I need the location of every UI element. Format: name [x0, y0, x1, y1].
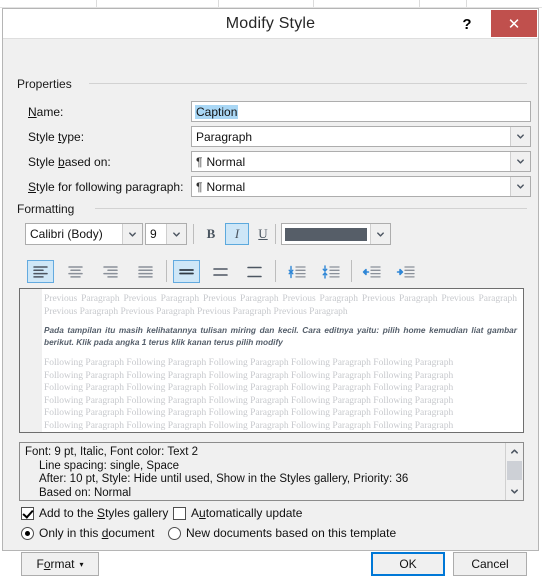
align-right-button[interactable]: [97, 260, 124, 283]
underline-button[interactable]: U: [251, 223, 275, 245]
description-line-2: Line spacing: single, Space: [39, 459, 180, 472]
pilcrow-icon: ¶: [196, 179, 203, 194]
align-left-button[interactable]: [27, 260, 54, 283]
format-button-label: Format: [36, 557, 75, 571]
preview-following-paragraph-line: Following Paragraph Following Paragraph …: [44, 395, 454, 406]
properties-group-label: Properties: [17, 77, 77, 91]
modify-style-dialog: Modify Style ? ✕ Properties Name: Captio…: [2, 8, 539, 576]
pilcrow-icon: ¶: [196, 154, 203, 169]
preview-previous-paragraph: Previous Paragraph Previous Paragraph Pr…: [44, 294, 517, 317]
preview-following-paragraph-line: Following Paragraph Following Paragraph …: [44, 420, 454, 431]
only-in-this-document-label: Only in this document: [39, 526, 155, 540]
scroll-up-icon[interactable]: [506, 443, 523, 460]
align-justify-button[interactable]: [132, 260, 159, 283]
font-size-value: 9: [150, 227, 157, 241]
italic-button[interactable]: I: [225, 223, 249, 245]
add-to-styles-gallery-checkbox[interactable]: Add to the Styles gallery: [21, 506, 168, 520]
font-size-combo[interactable]: 9: [145, 223, 187, 245]
style-name-input[interactable]: Caption: [191, 101, 531, 122]
preview-following-block: Following Paragraph Following Paragraph …: [44, 357, 517, 432]
chevron-down-icon[interactable]: [370, 224, 390, 244]
font-color-swatch: [285, 227, 367, 241]
add-to-styles-gallery-label: Add to the Styles gallery: [39, 506, 169, 520]
increase-paragraph-spacing-button[interactable]: [283, 260, 310, 283]
line-spacing-double-button[interactable]: [241, 260, 268, 283]
automatically-update-label: Automatically update: [191, 506, 303, 520]
checkbox-box[interactable]: [173, 506, 186, 520]
font-family-value: Calibri (Body): [30, 227, 103, 241]
dialog-title: Modify Style: [225, 15, 316, 32]
style-following-value: ¶ Normal: [196, 179, 246, 194]
decrease-paragraph-spacing-button[interactable]: [317, 260, 344, 283]
preview-following-paragraph-line: Following Paragraph Following Paragraph …: [44, 370, 454, 381]
title-bar: Modify Style ? ✕: [3, 9, 538, 39]
preview-following-paragraph-line: Following Paragraph Following Paragraph …: [44, 408, 454, 418]
style-name-value: Caption: [195, 104, 239, 119]
description-line-1: Font: 9 pt, Italic, Font color: Text 2: [25, 446, 199, 458]
style-preview-pane: Previous Paragraph Previous Paragraph Pr…: [19, 288, 524, 433]
close-button[interactable]: ✕: [491, 10, 537, 37]
preview-following-paragraph-line: Following Paragraph Following Paragraph …: [44, 383, 454, 393]
style-based-on-value: ¶ Normal: [196, 154, 246, 169]
ok-button[interactable]: OK: [371, 552, 445, 576]
description-line-4: Based on: Normal: [39, 486, 132, 499]
radio-dot[interactable]: [168, 526, 181, 540]
description-line-3: After: 10 pt, Style: Hide until used, Sh…: [39, 473, 409, 485]
chevron-down-icon[interactable]: [510, 152, 530, 171]
name-label: Name:: [28, 105, 64, 119]
caret-down-icon: ▾: [79, 559, 84, 569]
line-spacing-single-button[interactable]: [173, 260, 200, 283]
radio-dot[interactable]: [21, 526, 34, 540]
chevron-down-icon[interactable]: [122, 224, 142, 244]
formatting-group-label: Formatting: [17, 202, 80, 216]
bold-button[interactable]: B: [199, 223, 223, 245]
automatically-update-checkbox[interactable]: Automatically update: [173, 506, 302, 520]
decrease-indent-button[interactable]: [358, 260, 385, 283]
chevron-down-icon[interactable]: [510, 177, 530, 196]
style-type-label: Style type:: [28, 130, 85, 144]
style-following-label: Style for following paragraph:: [28, 180, 184, 194]
font-family-combo[interactable]: Calibri (Body): [25, 223, 143, 245]
scroll-down-icon[interactable]: [506, 483, 523, 500]
description-scrollbar[interactable]: [505, 443, 523, 500]
only-in-this-document-radio[interactable]: Only in this document: [21, 526, 154, 540]
increase-indent-button[interactable]: [392, 260, 419, 283]
font-color-picker[interactable]: [281, 223, 391, 245]
chevron-down-icon[interactable]: [166, 224, 186, 244]
formatting-group-header: Formatting: [17, 202, 527, 216]
style-description-box: Font: 9 pt, Italic, Font color: Text 2 L…: [19, 442, 524, 501]
scrollbar-thumb[interactable]: [507, 461, 522, 480]
style-type-value: Paragraph: [196, 129, 253, 144]
style-type-combo[interactable]: Paragraph: [191, 126, 531, 147]
line-spacing-1-5-button[interactable]: [207, 260, 234, 283]
align-center-button[interactable]: [62, 260, 89, 283]
cancel-button[interactable]: Cancel: [453, 552, 527, 576]
chevron-down-icon[interactable]: [510, 127, 530, 146]
preview-following-paragraph-line: Following Paragraph Following Paragraph …: [44, 358, 454, 368]
preview-gutter: [20, 289, 42, 432]
new-documents-template-label: New documents based on this template: [186, 526, 397, 540]
format-button[interactable]: Format ▾: [21, 552, 99, 576]
cancel-button-label: Cancel: [471, 557, 509, 571]
checkbox-box[interactable]: [21, 506, 34, 520]
properties-group-header: Properties: [17, 77, 527, 91]
style-based-on-label: Style based on:: [28, 155, 111, 169]
ok-button-label: OK: [399, 557, 417, 571]
preview-sample-text: Pada tampilan itu masih kelihatannya tul…: [44, 325, 517, 347]
style-following-combo[interactable]: ¶ Normal: [191, 176, 531, 197]
help-button[interactable]: ?: [454, 11, 480, 37]
style-based-on-combo[interactable]: ¶ Normal: [191, 151, 531, 172]
new-documents-template-radio[interactable]: New documents based on this template: [168, 526, 396, 540]
